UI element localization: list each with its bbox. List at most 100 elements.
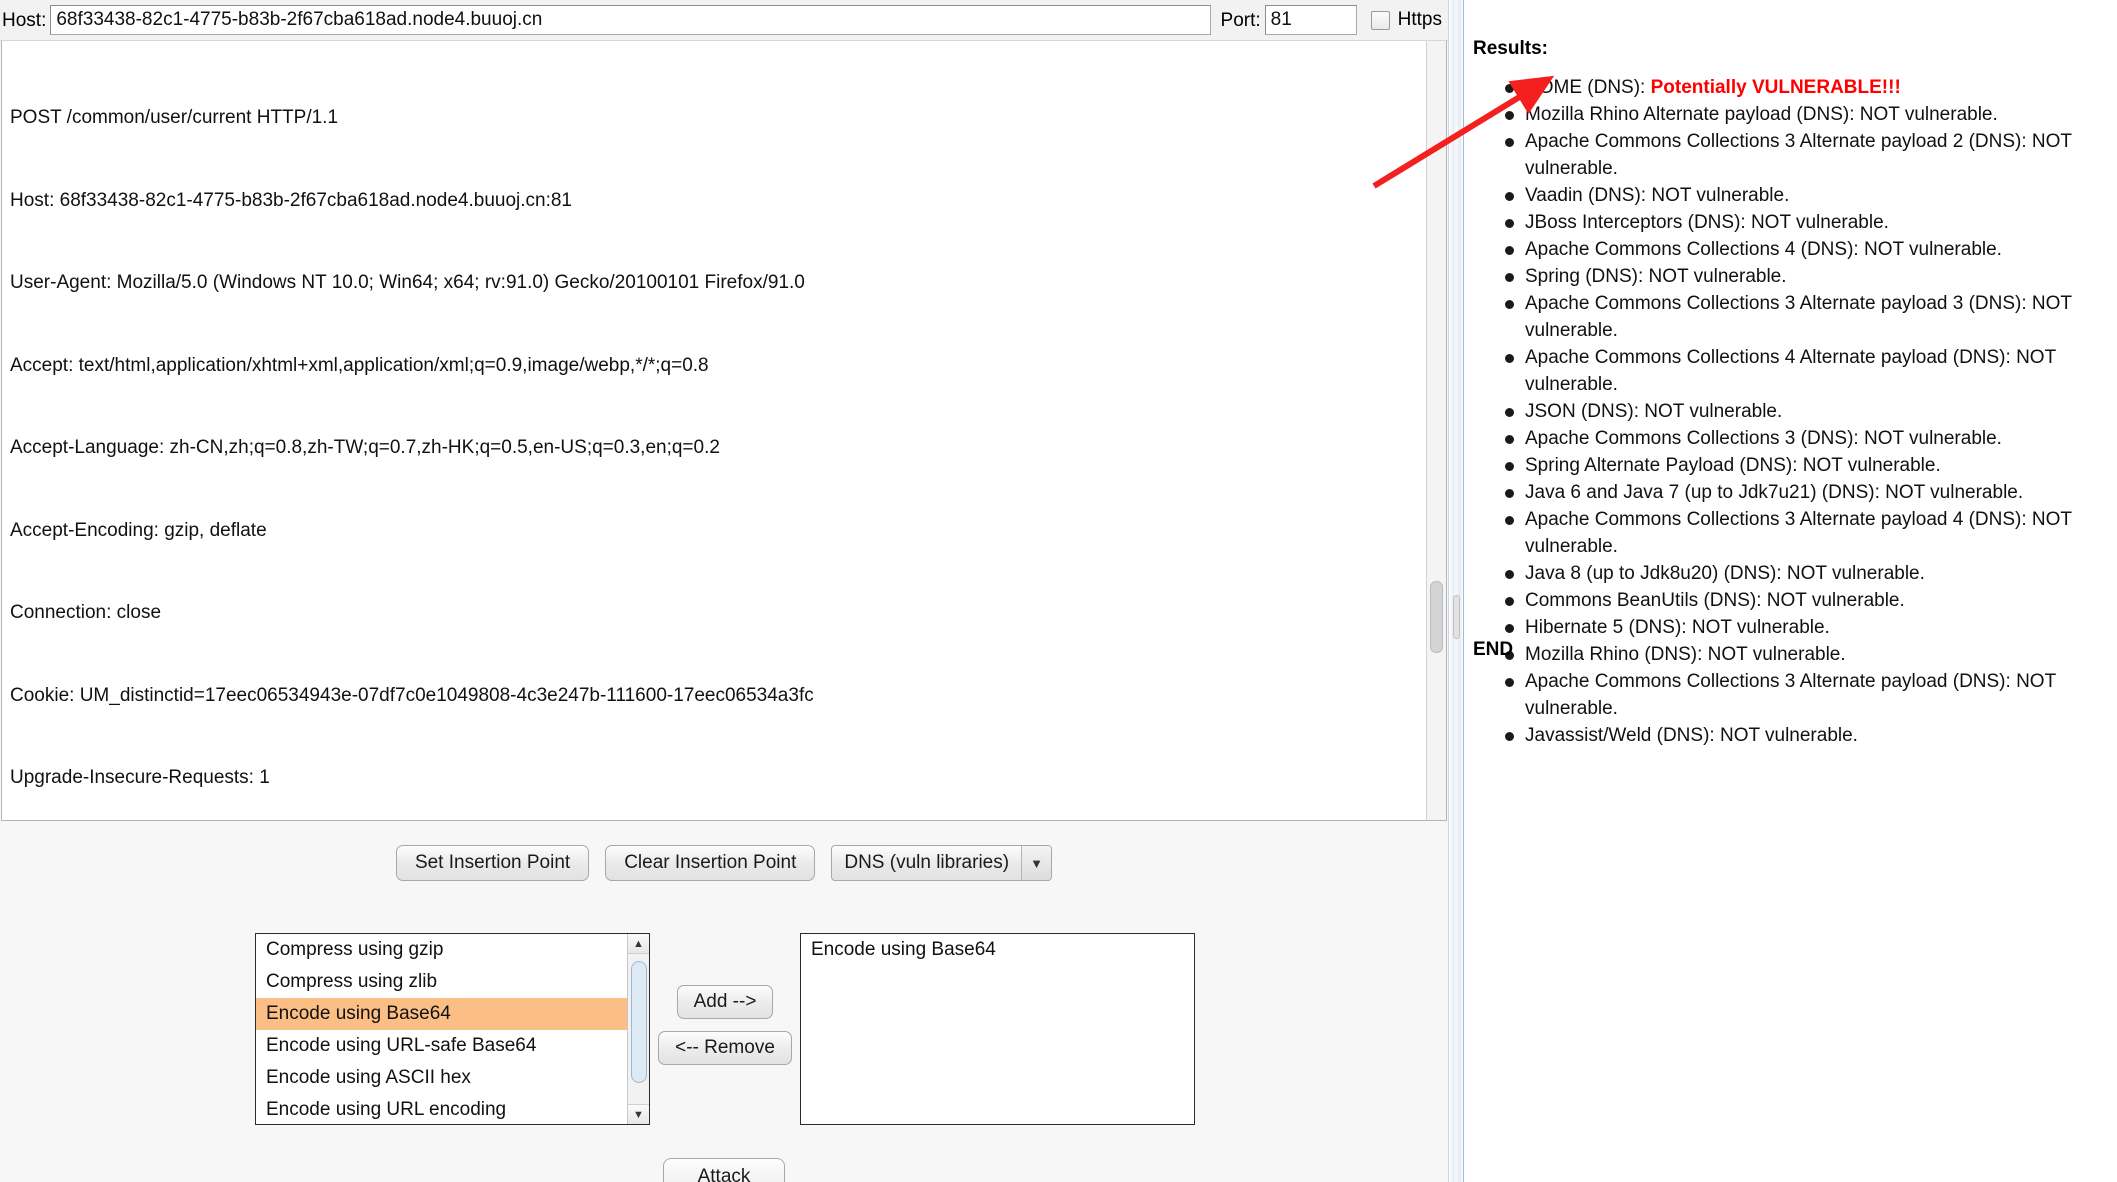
splitter-grip[interactable]	[1453, 595, 1460, 639]
result-name: Java 8 (up to Jdk8u20) (DNS):	[1525, 563, 1782, 584]
result-status: NOT vulnerable.	[1750, 212, 1889, 233]
pane-splitter[interactable]	[1448, 0, 1464, 1182]
result-status: NOT vulnerable.	[1651, 185, 1790, 206]
result-status: NOT vulnerable.	[1648, 266, 1787, 287]
attack-button[interactable]: Attack	[662, 1158, 786, 1182]
host-label: Host:	[2, 9, 47, 31]
request-line: Host: 68f33438-82c1-4775-b83b-2f67cba618…	[10, 189, 573, 211]
result-name: Apache Commons Collections 4 (DNS):	[1525, 239, 1859, 260]
result-name: Apache Commons Collections 3 Alternate p…	[1525, 509, 2027, 530]
https-label: Https	[1397, 9, 1442, 30]
result-status: NOT vulnerable.	[1863, 428, 2002, 449]
result-row: Mozilla Rhino (DNS): NOT vulnerable.	[1501, 641, 2111, 668]
https-checkbox-group[interactable]: Https	[1370, 9, 1442, 31]
result-status: NOT vulnerable.	[1719, 725, 1858, 746]
result-row: Apache Commons Collections 3 Alternate p…	[1501, 290, 2111, 344]
list-item[interactable]: Encode using URL-safe Base64	[256, 1030, 649, 1062]
request-editor-scrollbar[interactable]	[1426, 41, 1446, 820]
host-input[interactable]: 68f33438-82c1-4775-b83b-2f67cba618ad.nod…	[50, 5, 1211, 35]
list-item-selected[interactable]: Encode using Base64	[256, 998, 649, 1030]
results-pane: Results: ROME (DNS): Potentially VULNERA…	[1465, 0, 2117, 1182]
result-row: Hibernate 5 (DNS): NOT vulnerable.	[1501, 614, 2111, 641]
result-name: Mozilla Rhino (DNS):	[1525, 644, 1703, 665]
result-name: Apache Commons Collections 4 Alternate p…	[1525, 347, 2011, 368]
result-row: ROME (DNS): Potentially VULNERABLE!!!	[1501, 74, 2111, 101]
result-row: Apache Commons Collections 3 Alternate p…	[1501, 506, 2111, 560]
result-name: ROME (DNS):	[1525, 77, 1646, 98]
result-status: NOT vulnerable.	[1766, 590, 1905, 611]
raw-request-text[interactable]: POST /common/user/current HTTP/1.1 Host:…	[10, 49, 1424, 820]
result-status: NOT vulnerable.	[1885, 482, 2024, 503]
result-status: NOT vulnerable.	[1707, 644, 1846, 665]
result-row: Apache Commons Collections 4 (DNS): NOT …	[1501, 236, 2111, 263]
request-line: Accept-Encoding: gzip, deflate	[10, 519, 267, 541]
result-name: Apache Commons Collections 3 (DNS):	[1525, 428, 1859, 449]
set-insertion-point-button[interactable]: Set Insertion Point	[395, 845, 590, 881]
result-status: NOT vulnerable.	[1863, 239, 2002, 260]
result-row: Vaadin (DNS): NOT vulnerable.	[1501, 182, 2111, 209]
results-list: ROME (DNS): Potentially VULNERABLE!!! Mo…	[1501, 74, 2111, 749]
available-list-scrollbar[interactable]: ▲ ▼	[627, 934, 649, 1124]
result-status: NOT vulnerable.	[1802, 455, 1941, 476]
list-item[interactable]: Encode using Base64	[801, 934, 1194, 966]
result-name: Apache Commons Collections 3 Alternate p…	[1525, 293, 2027, 314]
triangle-down-icon[interactable]: ▼	[627, 1104, 649, 1124]
result-row: Spring (DNS): NOT vulnerable.	[1501, 263, 2111, 290]
result-row: JSON (DNS): NOT vulnerable.	[1501, 398, 2111, 425]
https-checkbox[interactable]	[1370, 10, 1390, 30]
result-name: Javassist/Weld (DNS):	[1525, 725, 1715, 746]
request-line: User-Agent: Mozilla/5.0 (Windows NT 10.0…	[10, 272, 805, 293]
result-name: Java 6 and Java 7 (up to Jdk7u21) (DNS):	[1525, 482, 1880, 503]
result-row: Apache Commons Collections 3 Alternate p…	[1501, 128, 2111, 182]
result-status: NOT vulnerable.	[1859, 104, 1998, 125]
triangle-up-icon[interactable]: ▲	[627, 934, 649, 954]
result-row: Javassist/Weld (DNS): NOT vulnerable.	[1501, 722, 2111, 749]
payload-type-value: DNS (vuln libraries)	[844, 852, 1010, 873]
request-line: Accept-Language: zh-CN,zh;q=0.8,zh-TW;q=…	[10, 437, 720, 458]
result-row: Commons BeanUtils (DNS): NOT vulnerable.	[1501, 587, 2111, 614]
result-name: Apache Commons Collections 3 Alternate p…	[1525, 131, 2027, 152]
results-heading: Results:	[1473, 38, 1548, 59]
chevron-down-icon[interactable]: ▼	[1021, 846, 1052, 880]
raw-request-editor[interactable]: POST /common/user/current HTTP/1.1 Host:…	[1, 41, 1447, 821]
list-item[interactable]: Compress using gzip	[256, 934, 649, 966]
deserialization-scanner-window: Host: 68f33438-82c1-4775-b83b-2f67cba618…	[0, 0, 2117, 1182]
result-name: Commons BeanUtils (DNS):	[1525, 590, 1762, 611]
result-row: Apache Commons Collections 3 (DNS): NOT …	[1501, 425, 2111, 452]
request-line: Cookie: UM_distinctid=17eec06534943e-07d…	[10, 684, 814, 706]
result-name: Mozilla Rhino Alternate payload (DNS):	[1525, 104, 1855, 125]
remove-processor-button[interactable]: <-- Remove	[658, 1031, 792, 1065]
result-row: JBoss Interceptors (DNS): NOT vulnerable…	[1501, 209, 2111, 236]
request-editor-scroll-thumb[interactable]	[1430, 581, 1443, 653]
result-row: Java 8 (up to Jdk8u20) (DNS): NOT vulner…	[1501, 560, 2111, 587]
result-row: Apache Commons Collections 3 Alternate p…	[1501, 668, 2111, 722]
list-item[interactable]: Encode using URL encoding	[256, 1094, 649, 1124]
clear-insertion-point-button[interactable]: Clear Insertion Point	[605, 845, 816, 881]
target-host-bar: Host: 68f33438-82c1-4775-b83b-2f67cba618…	[0, 0, 1448, 41]
available-processors-list[interactable]: Compress using gzip Compress using zlib …	[255, 933, 650, 1125]
available-list-scroll-thumb[interactable]	[631, 961, 647, 1083]
applied-processors-list[interactable]: Encode using Base64	[800, 933, 1195, 1125]
attack-toolbar: Attack	[0, 1158, 1448, 1182]
result-name: JBoss Interceptors (DNS):	[1525, 212, 1746, 233]
transfer-buttons: Add --> <-- Remove	[650, 933, 800, 1065]
list-item[interactable]: Encode using ASCII hex	[256, 1062, 649, 1094]
result-row: Spring Alternate Payload (DNS): NOT vuln…	[1501, 452, 2111, 479]
list-item[interactable]: Compress using zlib	[256, 966, 649, 998]
request-line: POST /common/user/current HTTP/1.1	[10, 107, 339, 128]
payload-type-select[interactable]: DNS (vuln libraries) ▼	[831, 845, 1053, 881]
result-row: Apache Commons Collections 4 Alternate p…	[1501, 344, 2111, 398]
result-status: NOT vulnerable.	[1644, 401, 1783, 422]
result-row: Java 6 and Java 7 (up to Jdk7u21) (DNS):…	[1501, 479, 2111, 506]
add-processor-button[interactable]: Add -->	[676, 985, 774, 1019]
port-input[interactable]: 81	[1264, 5, 1357, 35]
result-name: Spring Alternate Payload (DNS):	[1525, 455, 1798, 476]
result-name: Spring (DNS):	[1525, 266, 1644, 287]
result-name: JSON (DNS):	[1525, 401, 1639, 422]
request-line: Upgrade-Insecure-Requests: 1	[10, 767, 270, 788]
result-name: Hibernate 5 (DNS):	[1525, 617, 1687, 638]
result-row: Mozilla Rhino Alternate payload (DNS): N…	[1501, 101, 2111, 128]
results-end-label: END	[1473, 639, 1514, 660]
insertion-point-toolbar: Set Insertion Point Clear Insertion Poin…	[0, 845, 1448, 881]
request-line: Connection: close	[10, 602, 162, 623]
